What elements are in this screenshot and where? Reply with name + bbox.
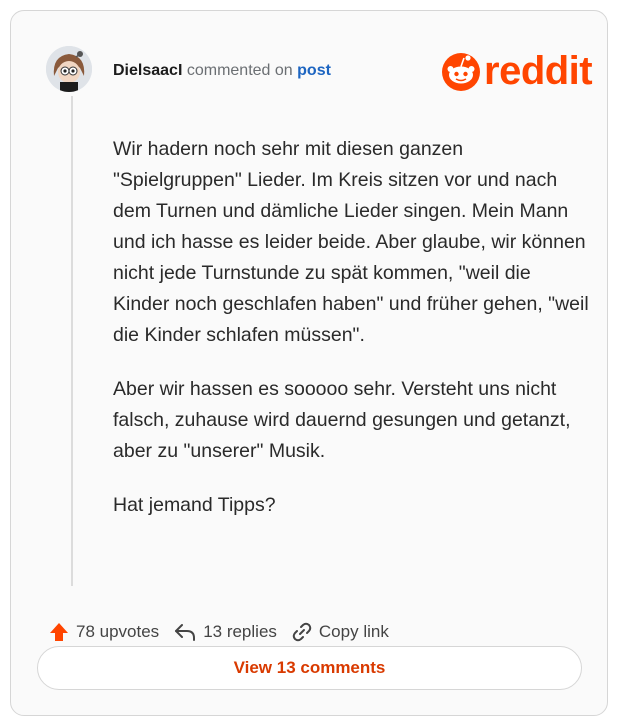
reply-button[interactable]: 13 replies <box>173 621 277 643</box>
reply-icon <box>175 624 196 641</box>
reddit-logo[interactable]: reddit <box>441 49 593 93</box>
avatar-image <box>46 46 92 92</box>
avatar[interactable] <box>46 46 92 92</box>
comment-paragraph: Aber wir hassen es sooooo sehr. Versteht… <box>113 378 571 462</box>
comment-header: DielsaacI commented on post <box>113 61 331 81</box>
post-link[interactable]: post <box>297 62 331 79</box>
comment-paragraph: Hat jemand Tipps? <box>113 494 276 516</box>
reply-count: 13 replies <box>203 622 277 641</box>
upvote-icon <box>50 623 68 641</box>
action-text: commented on <box>186 62 293 79</box>
copy-link-button[interactable]: Copy link <box>291 621 389 643</box>
comment-card: DielsaacI commented on post reddit Wir h… <box>10 10 608 716</box>
comment-paragraph: Wir hadern noch sehr mit diesen ganzen "… <box>113 138 589 346</box>
comment-body: Wir hadern noch sehr mit diesen ganzen "… <box>113 134 591 544</box>
copy-link-label: Copy link <box>318 622 389 641</box>
reddit-logo-text: reddit <box>484 49 593 93</box>
view-comments-button[interactable]: View 13 comments <box>37 646 582 690</box>
thread-line <box>71 96 73 586</box>
link-icon <box>292 622 312 642</box>
upvote-count: 78 upvotes <box>76 622 160 641</box>
reddit-logo-icon <box>442 53 480 91</box>
comment-actions: 78 upvotes 13 replies Copy link <box>48 618 403 646</box>
author-name[interactable]: DielsaacI <box>113 62 182 79</box>
upvote-button[interactable]: 78 upvotes <box>48 621 159 643</box>
